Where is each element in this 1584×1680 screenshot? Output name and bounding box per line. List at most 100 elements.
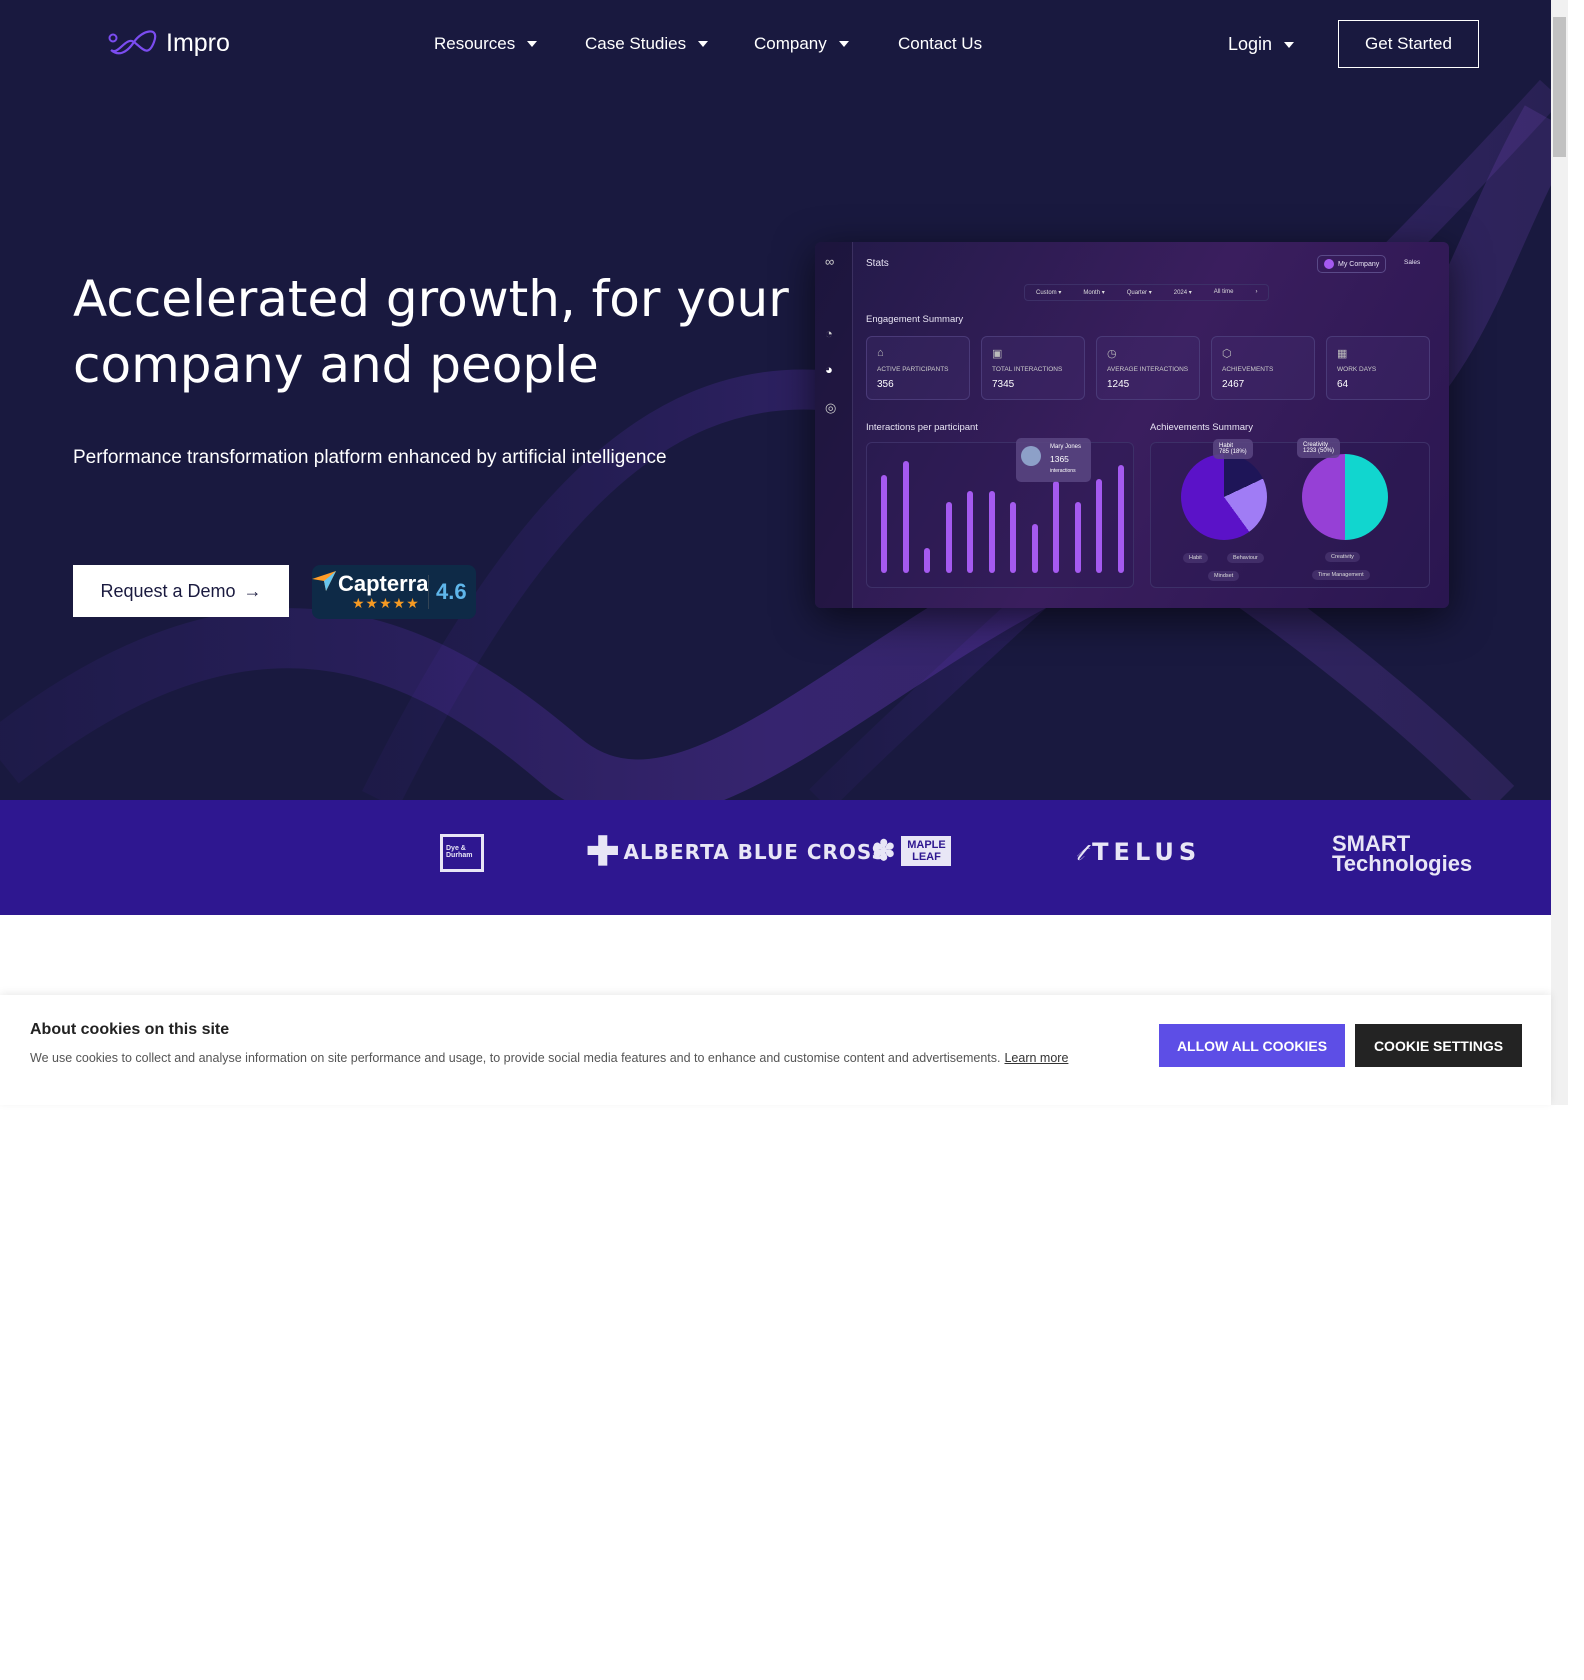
hero-subtitle: Performance transformation platform enha…: [73, 447, 667, 468]
scrollbar-thumb[interactable]: [1553, 17, 1566, 157]
scrollbar[interactable]: [1551, 0, 1568, 1105]
stat-value: 2467: [1222, 379, 1245, 390]
cookie-title: About cookies on this site: [30, 1021, 230, 1038]
cookie-banner: About cookies on this site We use cookie…: [0, 995, 1551, 1105]
logo-text: MAPLE LEAF: [901, 835, 952, 866]
stat-card: ⌂ ACTIVE PARTICIPANTS 356: [866, 336, 970, 400]
filter: 2024 ▾: [1173, 290, 1192, 296]
nav-case-studies[interactable]: Case Studies: [585, 34, 709, 54]
bar-chart-panel: [866, 442, 1134, 588]
logo-alberta-blue-cross: ✚ ALBERTA BLUE CROSS: [586, 832, 887, 872]
nav-company[interactable]: Company: [754, 34, 849, 54]
cookie-settings-button[interactable]: COOKIE SETTINGS: [1355, 1024, 1522, 1067]
tip-value: 1233 (50%): [1303, 448, 1335, 454]
filter: All time: [1213, 289, 1234, 295]
bar: [1096, 479, 1102, 573]
bar: [967, 490, 973, 573]
creativity-tooltip: Creativity 1233 (50%): [1297, 438, 1341, 458]
bar: [902, 461, 909, 573]
avatar: [1324, 259, 1334, 269]
nav-resources[interactable]: Resources: [434, 34, 538, 54]
caret-down-icon: [1284, 41, 1295, 48]
allow-all-cookies-button[interactable]: ALLOW ALL COOKIES: [1159, 1024, 1345, 1067]
stat-label: ACTIVE PARTICIPANTS: [877, 366, 949, 373]
tooltip-value: 1365: [1050, 454, 1069, 464]
nav-label: Resources: [434, 34, 516, 53]
stat-label: TOTAL INTERACTIONS: [992, 366, 1063, 373]
tip-value: 785 (18%): [1219, 449, 1247, 455]
cookie-description: We use cookies to collect and analyse in…: [30, 1051, 1001, 1065]
capterra-arrow-icon: [312, 571, 336, 591]
top-nav: Impro Resources Case Studies Company Con…: [0, 0, 1551, 88]
company-label: My Company: [1338, 260, 1380, 268]
dashboard-preview: ∞ ◔ ◕ ◎ Stats My Company Sales Custom ▾ M…: [815, 242, 1449, 608]
hero-section: Impro Resources Case Studies Company Con…: [0, 0, 1551, 800]
nav-label: Company: [754, 34, 827, 53]
filter: ›: [1255, 289, 1258, 295]
nav-contact-us[interactable]: Contact Us: [898, 34, 982, 54]
stat-value: 7345: [992, 379, 1015, 390]
stat-label: WORK DAYS: [1337, 366, 1377, 373]
cookie-text: We use cookies to collect and analyse in…: [30, 1051, 1068, 1065]
legend-item: Habit: [1183, 553, 1208, 563]
bar: [1031, 523, 1038, 573]
legend-item: Creativity: [1325, 552, 1360, 562]
stat-value: 64: [1337, 379, 1349, 390]
logo-smart: SMART Technologies: [1332, 831, 1473, 876]
hexagon-icon: ⬡: [1222, 348, 1232, 360]
company-selector: My Company: [1317, 255, 1387, 273]
trusted-line: around the world: [73, 1656, 200, 1675]
brand-name: Impro: [166, 28, 230, 57]
pie-chart-creativity: [1302, 454, 1388, 540]
capterra-badge[interactable]: Capterra ★★★★★ 4.6: [312, 565, 476, 619]
nav-label: Contact Us: [898, 34, 983, 53]
eye-icon: ◎: [825, 400, 837, 415]
logo-dye-durham: Dye & Durham: [440, 834, 484, 872]
arrow-right-icon: →: [243, 580, 262, 601]
trusted-text: Trusted by leading companies around the w…: [73, 1622, 299, 1680]
pie-chart-icon: ◕: [825, 362, 833, 377]
tooltip-name: Mary Jones: [1050, 444, 1082, 450]
bar: [1010, 501, 1016, 573]
nav-label: Case Studies: [585, 34, 687, 53]
logo-text: TELUS: [1092, 838, 1202, 866]
star-rating-icon: ★★★★★: [352, 595, 420, 611]
logo-telus: 𝓉 TELUS: [1076, 838, 1201, 866]
caret-down-icon: [698, 41, 709, 47]
habit-tooltip: Habit 785 (18%): [1213, 439, 1253, 459]
logo-text: ALBERTA BLUE CROSS: [623, 840, 887, 864]
bar: [924, 547, 930, 573]
learn-more-link[interactable]: Learn more: [1004, 1051, 1068, 1065]
date-filters: Custom ▾ Month ▾ Quarter ▾ 2024 ▾ All time ›: [1024, 284, 1270, 301]
participant-tooltip: Mary Jones 1365 interactions: [1016, 438, 1091, 482]
divider: [428, 575, 429, 609]
bar: [945, 501, 952, 573]
interactions-title: Interactions per participant: [866, 422, 978, 433]
stat-card: ▦ WORK DAYS 64: [1326, 336, 1430, 400]
trusted-band: Trusted by leading companies around the w…: [0, 800, 1551, 1675]
achievements-title: Achievements Summary: [1150, 422, 1253, 433]
infinity-logo-icon: ∞: [825, 254, 835, 269]
pie-chart-habits: [1181, 454, 1267, 540]
stat-value: 1245: [1107, 379, 1130, 390]
gauge-icon: ◔: [825, 326, 833, 341]
maple-leaf-icon: ✽: [872, 835, 896, 866]
nav-login[interactable]: Login: [1228, 34, 1295, 55]
brand-logo[interactable]: Impro: [108, 28, 230, 58]
engagement-title: Engagement Summary: [866, 314, 964, 325]
stat-value: 356: [877, 379, 894, 390]
graduation-cap-icon: ⌂: [877, 347, 884, 359]
filter: Custom ▾: [1036, 290, 1062, 296]
request-demo-button[interactable]: Request a Demo →: [73, 565, 289, 617]
trusted-line: Trusted by leading companies: [73, 1627, 300, 1646]
bar: [988, 490, 995, 573]
bar: [1053, 481, 1059, 573]
stopwatch-icon: ◷: [1107, 348, 1117, 360]
badge-icon: ▣: [992, 348, 1003, 360]
demo-label: Request a Demo: [100, 580, 236, 601]
legend-item: Behaviour: [1227, 553, 1264, 563]
capterra-score: 4.6: [436, 579, 467, 604]
stat-card: ▣ TOTAL INTERACTIONS 7345: [981, 336, 1085, 400]
logo-maple-leaf: ✽ MAPLE LEAF: [872, 834, 952, 867]
get-started-button[interactable]: Get Started: [1338, 20, 1479, 68]
